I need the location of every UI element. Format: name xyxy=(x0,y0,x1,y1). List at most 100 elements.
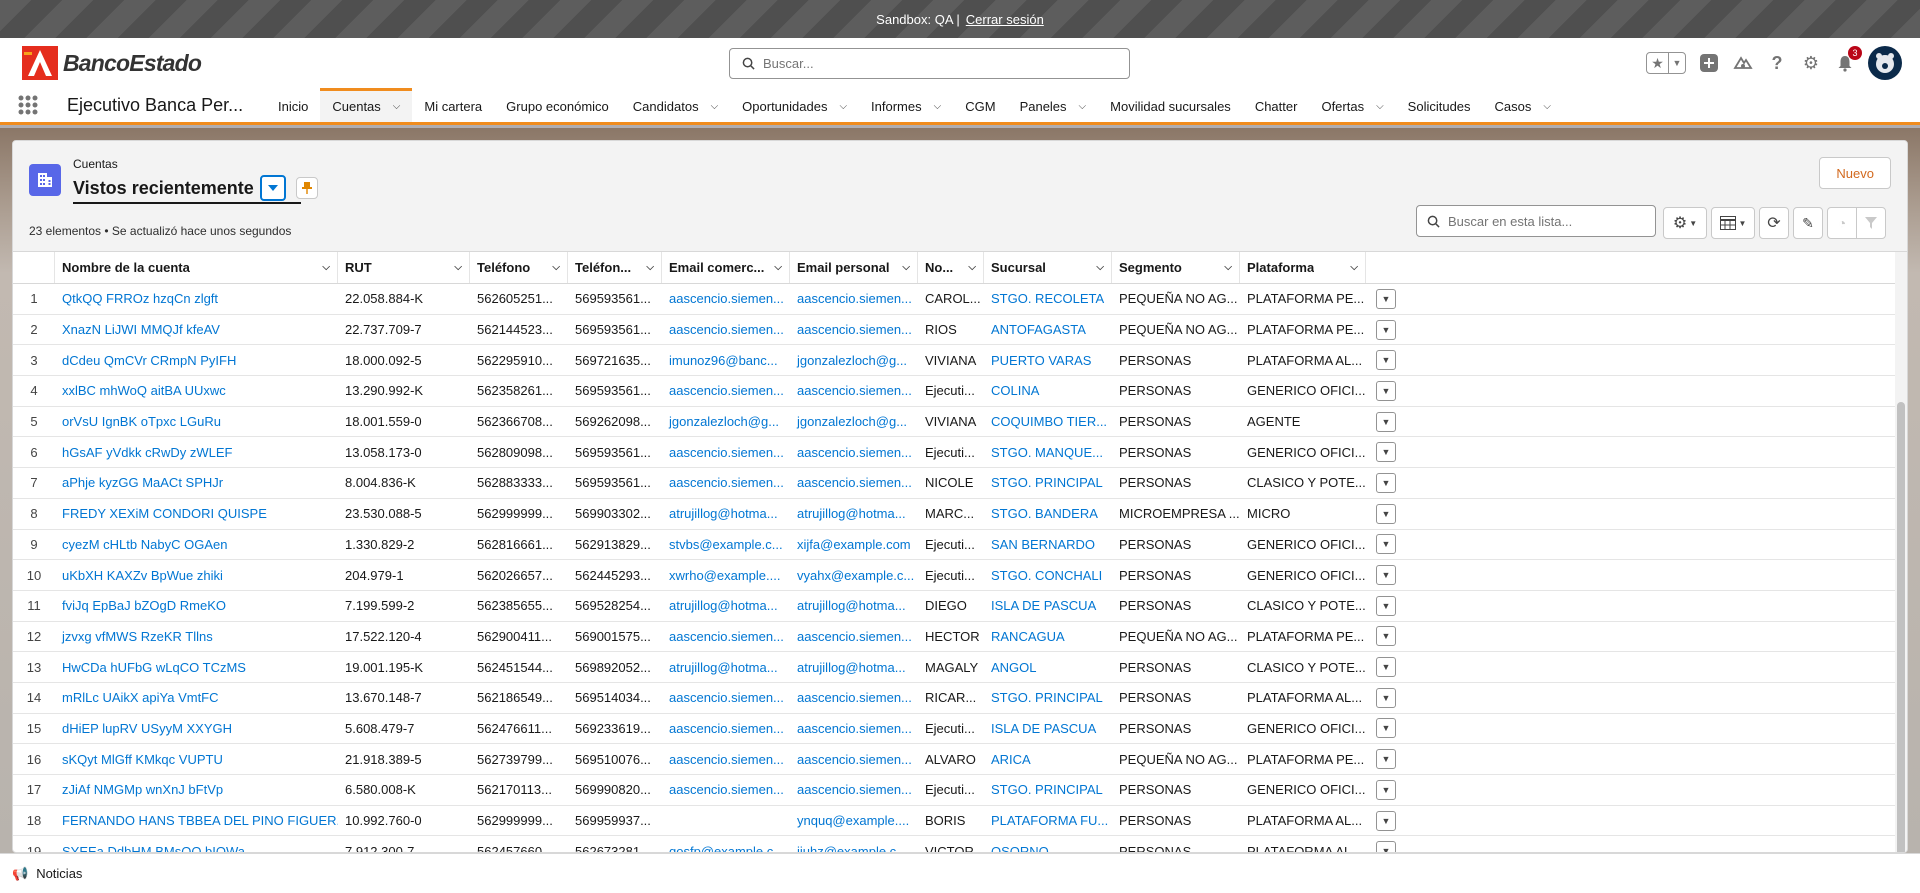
list-search-input[interactable]: Buscar en esta lista... xyxy=(1416,205,1656,237)
cell-account-name[interactable]: aPhje kyzGG MaACt SPHJr xyxy=(55,468,338,498)
cell-email-business[interactable]: xwrho@example.... xyxy=(662,560,790,590)
new-button[interactable]: Nuevo xyxy=(1819,157,1891,189)
column-header-email-business[interactable]: Email comerc... ⌵ xyxy=(662,252,790,283)
cell-branch[interactable]: PUERTO VARAS xyxy=(984,345,1112,375)
cell-account-name[interactable]: hGsAF yVdkk cRwDy zWLEF xyxy=(55,437,338,467)
cell-branch[interactable]: STGO. BANDERA xyxy=(984,499,1112,529)
cell-account-name[interactable]: fviJq EpBaJ bZOgD RmeKO xyxy=(55,591,338,621)
cell-account-name[interactable]: mRlLc UAikX apiYa VmtFC xyxy=(55,683,338,713)
cell-branch[interactable]: COQUIMBO TIER... xyxy=(984,407,1112,437)
cell-email-business[interactable]: aascencio.siemen... xyxy=(662,437,790,467)
bell-icon[interactable]: 3 xyxy=(1834,46,1862,74)
cell-branch[interactable]: ANTOFAGASTA xyxy=(984,315,1112,345)
cell-account-name[interactable]: XnazN LiJWI MMQJf kfeAV xyxy=(55,315,338,345)
cell-branch[interactable]: ISLA DE PASCUA xyxy=(984,591,1112,621)
cell-branch[interactable]: STGO. MANQUE... xyxy=(984,437,1112,467)
cell-email-personal[interactable]: jiuhz@example.c... xyxy=(790,836,918,852)
cell-email-personal[interactable]: aascencio.siemen... xyxy=(790,744,918,774)
news-utility-item[interactable]: Noticias xyxy=(36,866,82,881)
row-actions-dropdown-button[interactable]: ▼ xyxy=(1376,749,1396,770)
row-actions-dropdown-button[interactable]: ▼ xyxy=(1376,565,1396,586)
cell-email-personal[interactable]: aascencio.siemen... xyxy=(790,437,918,467)
cell-branch[interactable]: SAN BERNARDO xyxy=(984,530,1112,560)
cell-email-personal[interactable]: aascencio.siemen... xyxy=(790,315,918,345)
nav-tab-oportunidades[interactable]: Oportunidades ⌵ xyxy=(730,88,859,122)
cell-email-business[interactable]: atrujillog@hotma... xyxy=(662,652,790,682)
table-scrollbar[interactable] xyxy=(1895,252,1907,852)
logout-link[interactable]: Cerrar sesión xyxy=(966,12,1044,27)
cell-email-personal[interactable]: aascencio.siemen... xyxy=(790,284,918,314)
cell-email-personal[interactable]: aascencio.siemen... xyxy=(790,775,918,805)
column-header-account-name[interactable]: Nombre de la cuenta ⌵ xyxy=(55,252,338,283)
nav-tab-cgm[interactable]: CGM xyxy=(953,88,1007,122)
nav-tab-mi-cartera[interactable]: Mi cartera xyxy=(412,88,494,122)
nav-tab-grupo-económico[interactable]: Grupo económico xyxy=(494,88,621,122)
cell-email-personal[interactable]: vyahx@example.c... xyxy=(790,560,918,590)
cell-email-business[interactable]: aascencio.siemen... xyxy=(662,315,790,345)
cell-email-business[interactable]: aascencio.siemen... xyxy=(662,775,790,805)
cell-email-personal[interactable]: jgonzalezloch@g... xyxy=(790,407,918,437)
cell-branch[interactable]: OSORNO xyxy=(984,836,1112,852)
row-actions-dropdown-button[interactable]: ▼ xyxy=(1376,288,1396,309)
refresh-button[interactable]: ⟳ xyxy=(1759,207,1789,239)
column-menu-chevron-icon[interactable]: ⌵ xyxy=(774,262,782,273)
nav-tab-informes[interactable]: Informes ⌵ xyxy=(859,88,953,122)
cell-account-name[interactable]: HwCDa hUFbG wLqCO TCzMS xyxy=(55,652,338,682)
cell-email-business[interactable]: jgonzalezloch@g... xyxy=(662,407,790,437)
favorites-star-icon[interactable]: ★ xyxy=(1647,53,1669,73)
chevron-down-icon[interactable]: ⌵ xyxy=(1079,101,1087,112)
cell-email-business[interactable]: aascencio.siemen... xyxy=(662,468,790,498)
chevron-down-icon[interactable]: ⌵ xyxy=(1543,101,1551,112)
column-menu-chevron-icon[interactable]: ⌵ xyxy=(454,262,462,273)
global-search-input[interactable]: Buscar... xyxy=(729,48,1130,79)
list-view-switcher-button[interactable] xyxy=(259,175,286,201)
cell-branch[interactable]: STGO. CONCHALI xyxy=(984,560,1112,590)
cell-email-business[interactable]: aascencio.siemen... xyxy=(662,744,790,774)
trailhead-icon[interactable] xyxy=(1732,52,1754,74)
brand-logo[interactable]: BancoEstado xyxy=(22,46,202,80)
help-icon[interactable]: ? xyxy=(1766,52,1788,74)
row-actions-dropdown-button[interactable]: ▼ xyxy=(1376,595,1396,616)
inline-edit-button[interactable]: ✎ xyxy=(1793,207,1823,239)
nav-tab-casos[interactable]: Casos ⌵ xyxy=(1483,88,1563,122)
chevron-down-icon[interactable]: ⌵ xyxy=(839,101,847,112)
cell-branch[interactable]: STGO. PRINCIPAL xyxy=(984,468,1112,498)
cell-account-name[interactable]: xxlBC mhWoQ aitBA UUxwc xyxy=(55,376,338,406)
nav-tab-movilidad-sucursales[interactable]: Movilidad sucursales xyxy=(1098,88,1243,122)
nav-tab-inicio[interactable]: Inicio xyxy=(266,88,320,122)
column-menu-chevron-icon[interactable]: ⌵ xyxy=(1096,262,1104,273)
cell-account-name[interactable]: orVsU IgnBK oTpxc LGuRu xyxy=(55,407,338,437)
cell-email-business[interactable]: aascencio.siemen... xyxy=(662,714,790,744)
row-actions-dropdown-button[interactable]: ▼ xyxy=(1376,442,1396,463)
setup-gear-icon[interactable]: ⚙ xyxy=(1800,52,1822,74)
cell-branch[interactable]: STGO. RECOLETA xyxy=(984,284,1112,314)
row-actions-dropdown-button[interactable]: ▼ xyxy=(1376,657,1396,678)
cell-account-name[interactable]: jzvxg vfMWS RzeKR Tllns xyxy=(55,622,338,652)
chevron-down-icon[interactable]: ⌵ xyxy=(393,101,401,112)
cell-email-business[interactable]: stvbs@example.c... xyxy=(662,530,790,560)
cell-account-name[interactable]: sKQyt MlGff KMkqc VUPTU xyxy=(55,744,338,774)
cell-email-business[interactable]: aascencio.siemen... xyxy=(662,683,790,713)
cell-email-personal[interactable]: atrujillog@hotma... xyxy=(790,499,918,529)
cell-account-name[interactable]: uKbXH KAXZv BpWue zhiki xyxy=(55,560,338,590)
row-actions-dropdown-button[interactable]: ▼ xyxy=(1376,810,1396,831)
cell-branch[interactable]: ARICA xyxy=(984,744,1112,774)
cell-branch[interactable]: STGO. PRINCIPAL xyxy=(984,775,1112,805)
nav-tab-ofertas[interactable]: Ofertas ⌵ xyxy=(1309,88,1395,122)
cell-branch[interactable]: ANGOL xyxy=(984,652,1112,682)
column-header-platform[interactable]: Plataforma ⌵ xyxy=(1240,252,1366,283)
display-as-table-button[interactable]: ▼ xyxy=(1711,207,1755,239)
cell-email-personal[interactable]: aascencio.siemen... xyxy=(790,622,918,652)
row-actions-dropdown-button[interactable]: ▼ xyxy=(1376,626,1396,647)
column-header-phone2[interactable]: Teléfon... ⌵ xyxy=(568,252,662,283)
row-actions-dropdown-button[interactable]: ▼ xyxy=(1376,350,1396,371)
nav-tab-solicitudes[interactable]: Solicitudes xyxy=(1396,88,1483,122)
nav-tab-paneles[interactable]: Paneles ⌵ xyxy=(1008,88,1099,122)
cell-branch[interactable]: RANCAGUA xyxy=(984,622,1112,652)
nav-tab-chatter[interactable]: Chatter xyxy=(1243,88,1310,122)
cell-account-name[interactable]: zJiAf NMGMp wnXnJ bFtVp xyxy=(55,775,338,805)
cell-email-personal[interactable]: jgonzalezloch@g... xyxy=(790,345,918,375)
cell-email-business[interactable]: atrujillog@hotma... xyxy=(662,499,790,529)
chevron-down-icon[interactable]: ⌵ xyxy=(1376,101,1384,112)
column-header-email-personal[interactable]: Email personal ⌵ xyxy=(790,252,918,283)
